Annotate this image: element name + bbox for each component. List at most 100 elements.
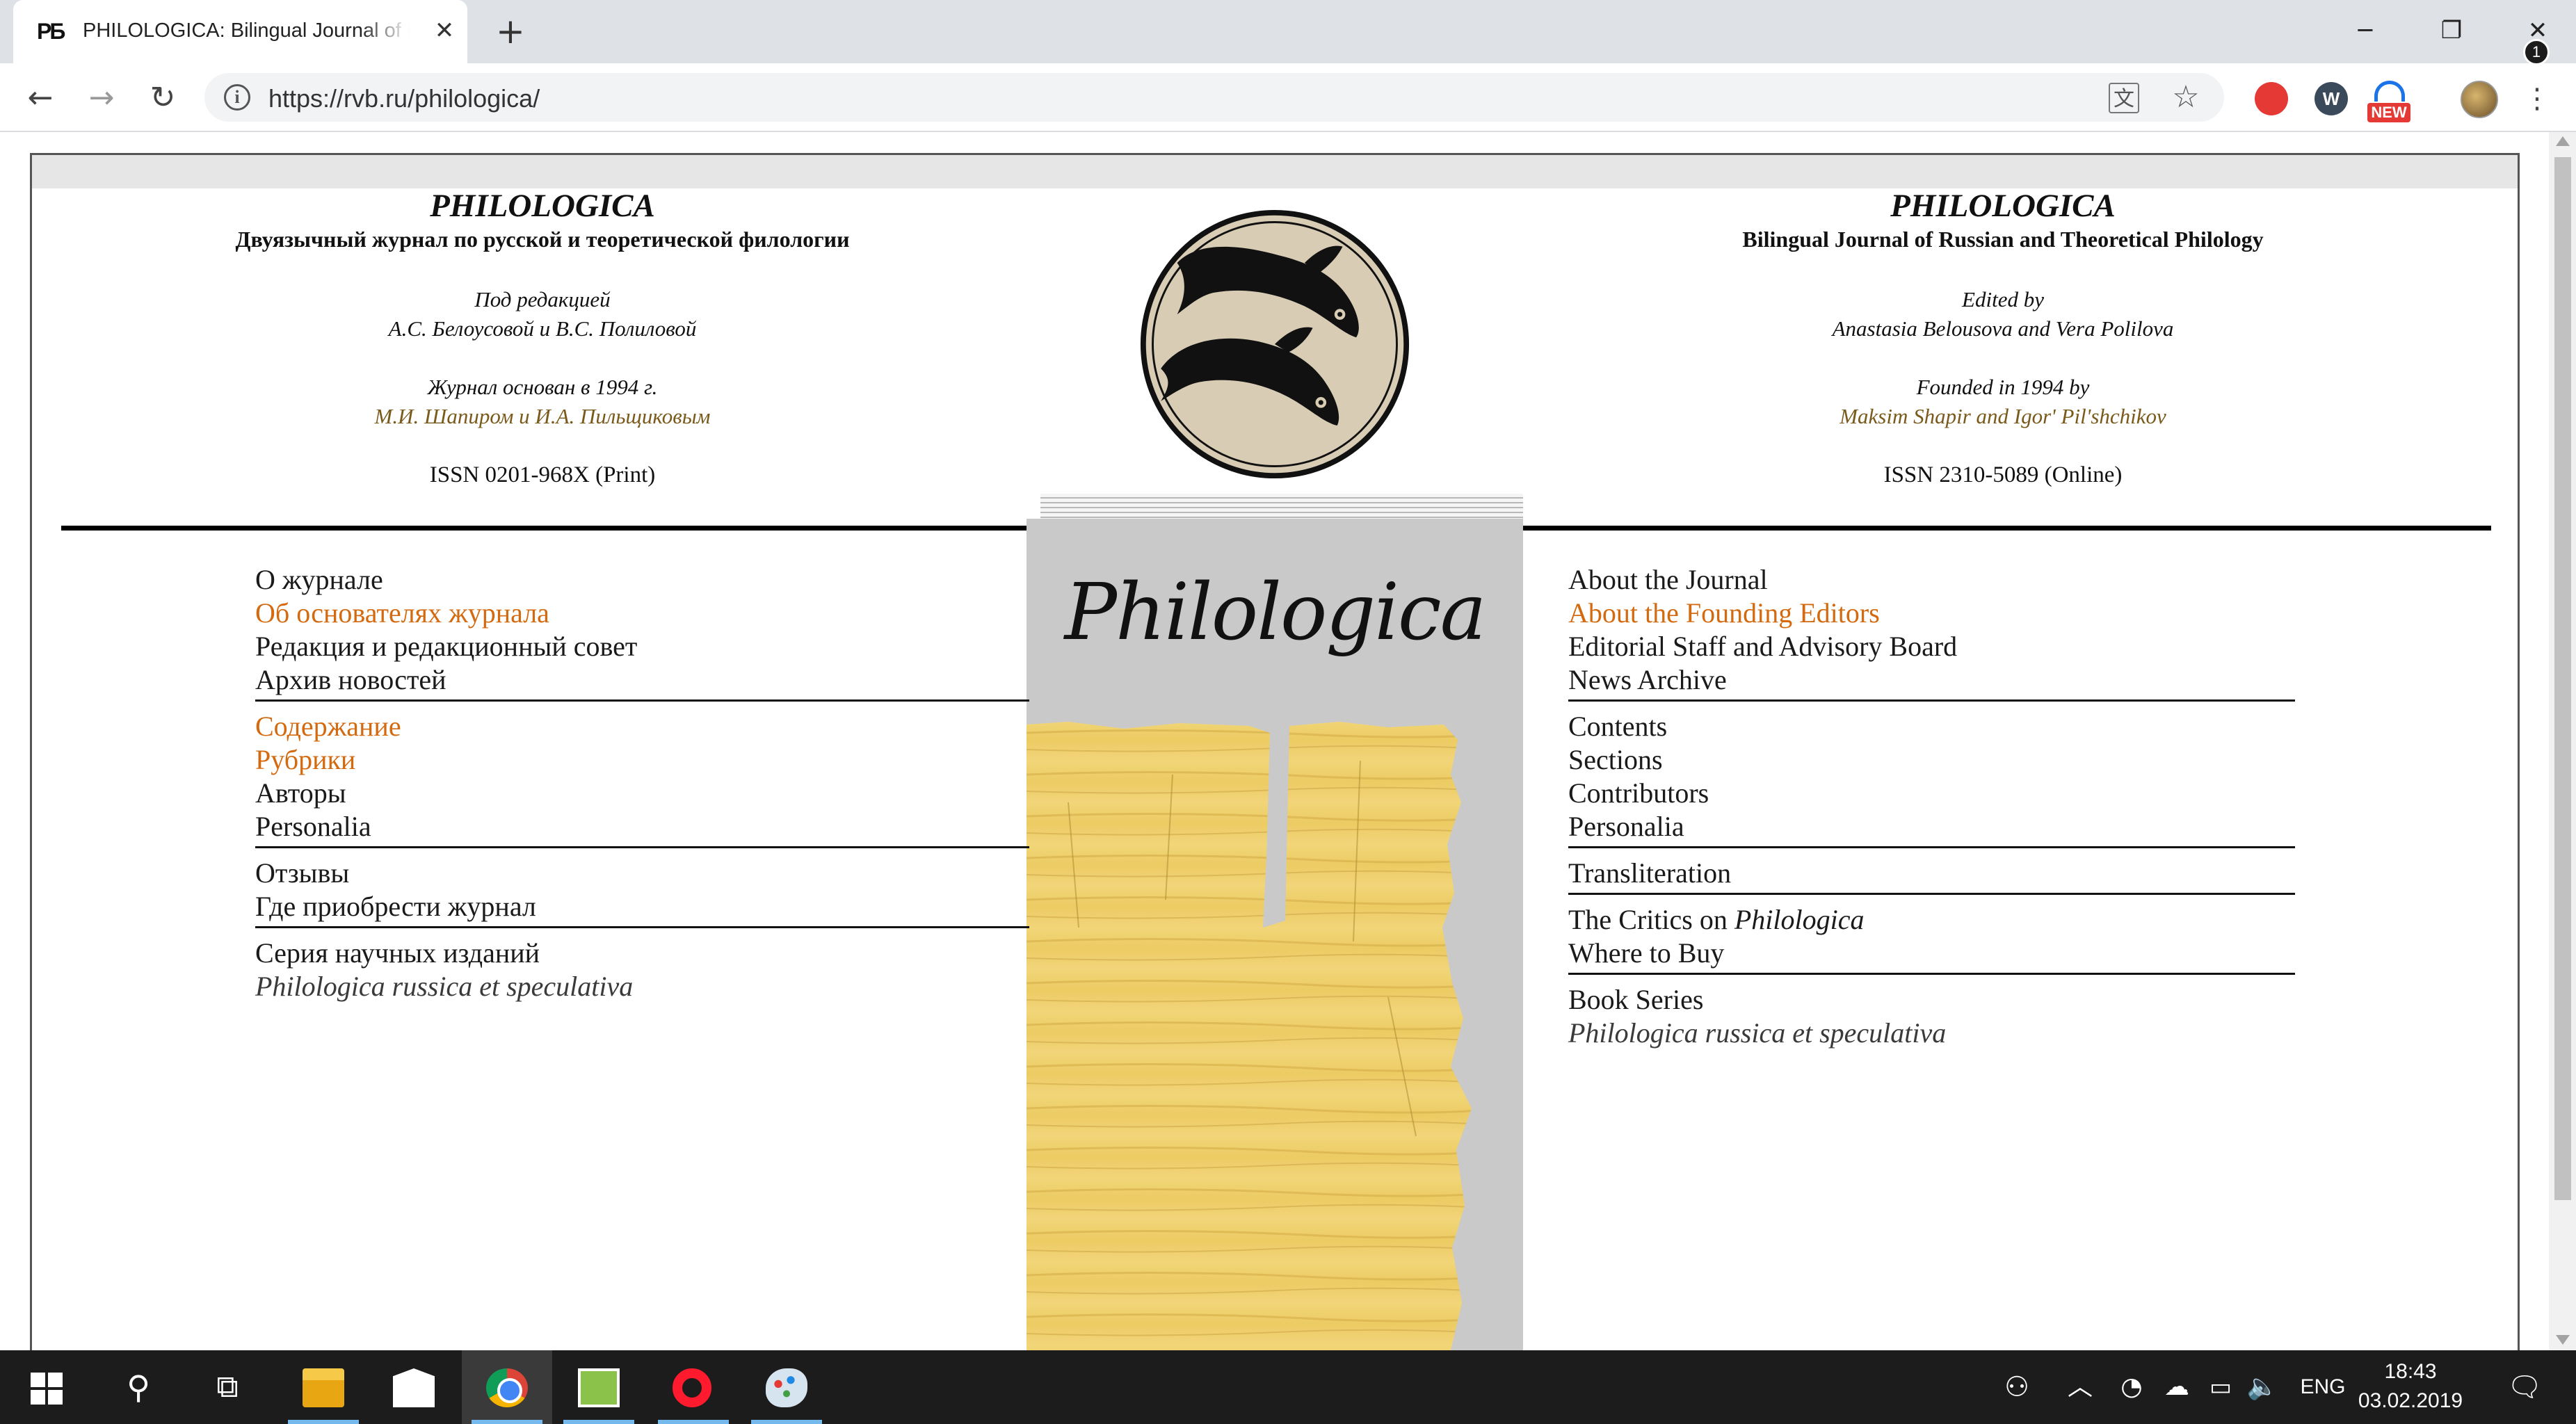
close-icon[interactable]: ✕	[430, 17, 458, 44]
page-scrollbar[interactable]	[2549, 132, 2576, 1350]
reload-button[interactable]: ↻	[143, 79, 182, 118]
url-text[interactable]: https://rvb.ru/philologica/	[268, 84, 540, 113]
profile-avatar[interactable]	[2461, 81, 2498, 118]
chrome-taskbar-button[interactable]	[462, 1350, 552, 1424]
menu-ru-group-contents: Содержание Рубрики Авторы Personalia	[255, 710, 1029, 848]
frame-top-bar	[32, 155, 2518, 188]
menu-ru-series-title[interactable]: Philologica russica et speculativa	[255, 970, 1029, 1003]
menu-ru-where-to-buy[interactable]: Где приобрести журнал	[255, 890, 1029, 923]
issn-online: ISSN 2310-5089 (Online)	[1883, 462, 2123, 487]
journal-subtitle-ru: Двуязычный журнал по русской и теоретиче…	[235, 227, 850, 252]
new-tab-button[interactable]: +	[492, 14, 529, 50]
menu-ru-about-journal[interactable]: О журнале	[255, 563, 1029, 597]
running-indicator	[288, 1420, 359, 1424]
menu-en-news-archive[interactable]: News Archive	[1568, 663, 2295, 697]
menu-ru-personalia[interactable]: Personalia	[255, 810, 1029, 843]
new-badge: NEW	[2367, 103, 2410, 122]
menu-ru-authors[interactable]: Авторы	[255, 777, 1029, 810]
menu-en-group-critics: The Critics on Philologica Where to Buy	[1568, 903, 2295, 975]
address-bar[interactable]: i https://rvb.ru/philologica/ 文 ☆	[204, 73, 2224, 122]
menu-en-transliteration[interactable]: Transliteration	[1568, 857, 2295, 890]
file-explorer-taskbar-button[interactable]	[278, 1350, 369, 1424]
scroll-up-arrow[interactable]	[2556, 136, 2570, 146]
menu-en-where-to-buy[interactable]: Where to Buy	[1568, 937, 2295, 970]
menu-en-series-title[interactable]: Philologica russica et speculativa	[1568, 1017, 2295, 1050]
start-button[interactable]	[0, 1350, 90, 1424]
menu-en-founding-editors[interactable]: About the Founding Editors	[1568, 597, 2295, 630]
founders-en[interactable]: Maksim Shapir and Igor' Pil'shchikov	[1620, 402, 2385, 431]
task-view-icon[interactable]: ⧉	[182, 1350, 273, 1424]
browser-tab[interactable]: PБ PHILOLOGICA: Bilingual Journal of Rus…	[13, 0, 467, 63]
papyrus-image	[1027, 722, 1472, 1350]
system-clock[interactable]: 18:43 03.02.2019	[2355, 1357, 2466, 1417]
menu-ru-group-journal: О журнале Об основателях журнала Редакци…	[255, 563, 1029, 702]
battery-icon[interactable]: ▭	[2203, 1350, 2238, 1424]
browser-toolbar: ← → ↻ i https://rvb.ru/philologica/ 文 ☆	[0, 63, 2576, 132]
menu-ru-founders[interactable]: Об основателях журнала	[255, 597, 1029, 630]
extension-w-icon[interactable]: W	[2315, 82, 2348, 115]
browser-menu-icon[interactable]: ⋮	[2523, 78, 2551, 120]
editor-label-ru: Под редакцией	[474, 287, 611, 312]
notification-center-icon[interactable]: 🗨	[2497, 1350, 2552, 1424]
menu-en-about-journal[interactable]: About the Journal	[1568, 563, 2295, 597]
minimize-window-button[interactable]: ─	[2341, 10, 2390, 51]
menu-ru-book-series[interactable]: Серия научных изданий	[255, 937, 1029, 970]
people-icon[interactable]: ⚇	[1996, 1350, 2038, 1424]
notification-count-badge: 1	[2523, 39, 2550, 65]
running-indicator	[658, 1420, 729, 1424]
scroll-thumb[interactable]	[2554, 157, 2571, 1200]
translate-icon[interactable]: 文	[2109, 83, 2139, 113]
founders-ru[interactable]: М.И. Шапиром и И.А. Пильщиковым	[160, 402, 925, 431]
menu-en-sections[interactable]: Sections	[1568, 743, 2295, 777]
chrome-icon	[486, 1368, 528, 1407]
menu-en-group-transliteration: Transliteration	[1568, 857, 2295, 895]
running-indicator	[751, 1420, 822, 1424]
tab-strip: PБ PHILOLOGICA: Bilingual Journal of Rus…	[0, 0, 2576, 63]
menu-en-book-series[interactable]: Book Series	[1568, 983, 2295, 1017]
menu-en-critics[interactable]: The Critics on Philologica	[1568, 903, 2295, 937]
journal-title-en: PHILOLOGICA	[1890, 188, 2116, 224]
menu-en-contents[interactable]: Contents	[1568, 710, 2295, 743]
forward-button[interactable]: →	[82, 79, 121, 118]
menu-ru-reviews[interactable]: Отзывы	[255, 857, 1029, 890]
chevron-up-icon[interactable]: ︿	[2063, 1350, 2098, 1424]
input-language[interactable]: ENG	[2295, 1350, 2351, 1424]
header-divider-right	[1520, 526, 2491, 531]
volume-icon[interactable]: 🔈	[2245, 1350, 2280, 1424]
menu-ru-sections[interactable]: Рубрики	[255, 743, 1029, 777]
search-icon[interactable]: ⚲	[93, 1350, 184, 1424]
header-russian: PHILOLOGICA Двуязычный журнал по русской…	[160, 186, 925, 490]
bookmark-star-icon[interactable]: ☆	[2168, 80, 2203, 115]
menu-english: About the Journal About the Founding Edi…	[1568, 563, 2295, 1061]
site-info-icon[interactable]: i	[224, 84, 250, 111]
windows-logo-icon	[31, 1373, 63, 1405]
clock-time: 18:43	[2384, 1360, 2437, 1383]
menu-en-contributors[interactable]: Contributors	[1568, 777, 2295, 810]
extension-red-icon[interactable]	[2255, 82, 2288, 115]
folder-icon	[303, 1368, 344, 1407]
opera-taskbar-button[interactable]	[648, 1350, 739, 1424]
restore-window-button[interactable]: ❐	[2427, 10, 2476, 51]
network-icon[interactable]: ◔	[2114, 1350, 2149, 1424]
menu-ru-editorial-board[interactable]: Редакция и редакционный совет	[255, 630, 1029, 663]
menu-ru-news-archive[interactable]: Архив новостей	[255, 663, 1029, 697]
founded-label-ru: Журнал основан в 1994 г.	[427, 375, 658, 399]
site-favicon: PБ	[37, 19, 65, 44]
journal-subtitle-en: Bilingual Journal of Russian and Theoret…	[1742, 227, 2264, 252]
mail-taskbar-button[interactable]	[369, 1350, 459, 1424]
windows-taskbar: ⚲ ⧉ ⚇ ︿ ◔ ☁ ▭ 🔈 ENG 18:43 03.02.2019 🗨	[0, 1350, 2576, 1424]
menu-ru-contents[interactable]: Содержание	[255, 710, 1029, 743]
extension-new-icon[interactable]: NEW	[2367, 81, 2410, 122]
menu-en-editorial-staff[interactable]: Editorial Staff and Advisory Board	[1568, 630, 2295, 663]
editor-names-ru: А.С. Белоусовой и В.С. Полиловой	[388, 316, 697, 341]
onedrive-icon[interactable]: ☁	[2156, 1350, 2198, 1424]
editor-label-en: Edited by	[1962, 287, 2044, 312]
journal-cover-image: Philologica	[1027, 494, 1523, 1350]
book-cover: Philologica	[1027, 519, 1523, 1350]
paint-taskbar-button[interactable]	[741, 1350, 832, 1424]
scroll-down-arrow[interactable]	[2556, 1335, 2570, 1345]
dolphin-emblem-logo	[1140, 209, 1410, 479]
back-button[interactable]: ←	[21, 79, 60, 118]
menu-en-personalia[interactable]: Personalia	[1568, 810, 2295, 843]
notepad-taskbar-button[interactable]	[554, 1350, 644, 1424]
